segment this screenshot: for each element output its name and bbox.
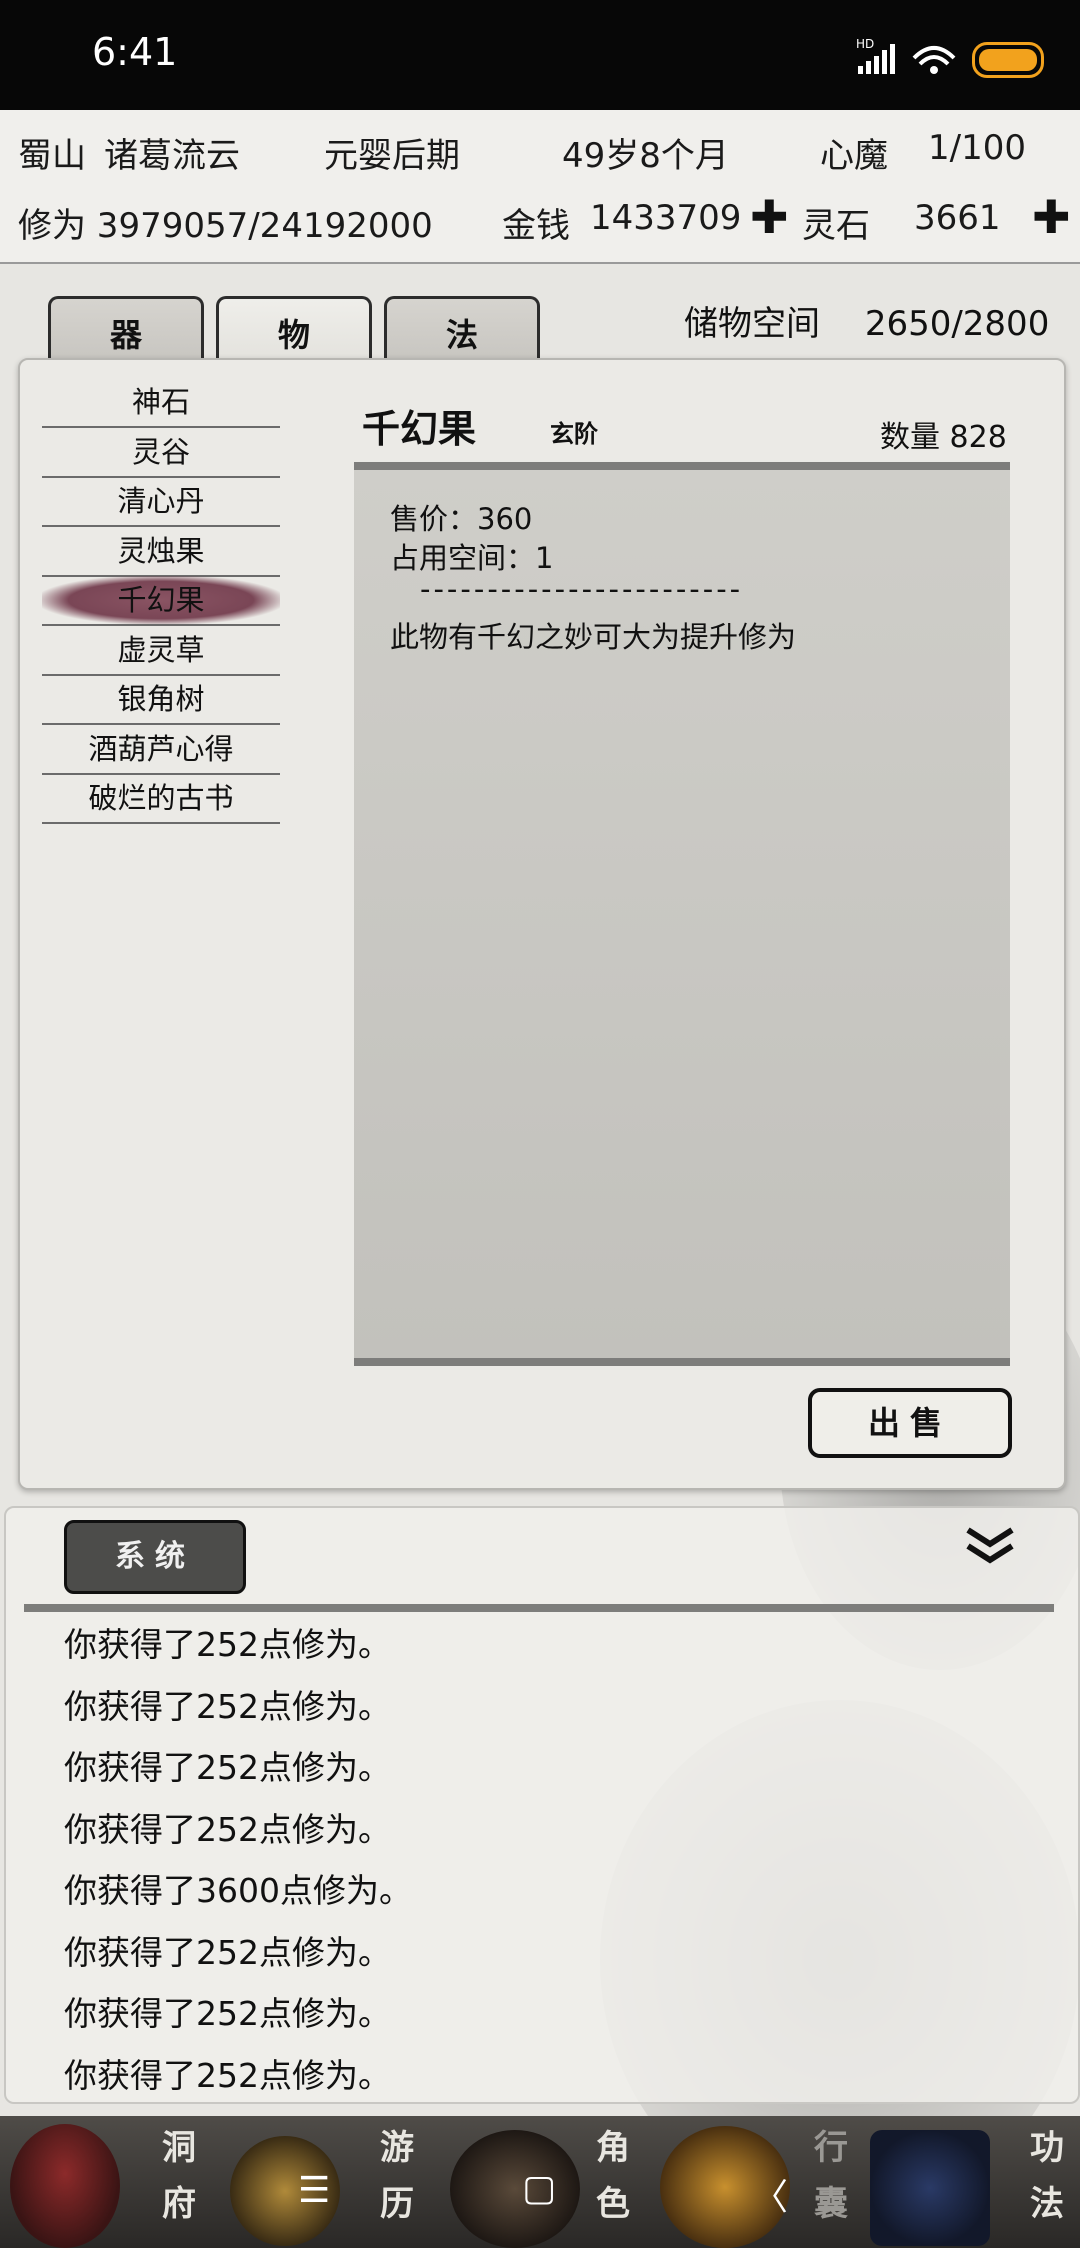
list-item[interactable]: 破烂的古书 (42, 774, 280, 824)
tab-techniques[interactable]: 法 (384, 296, 540, 363)
sect-name: 蜀山 (18, 136, 86, 176)
nav-xingnang-bottom[interactable]: 囊 (806, 2176, 856, 2232)
double-chevron-down-icon[interactable] (964, 1526, 1016, 1573)
scroll-book-icon[interactable] (870, 2130, 990, 2246)
log-line: 你获得了252点修为。 (64, 1933, 391, 1972)
log-line: 你获得了252点修为。 (64, 1687, 391, 1726)
storage-value: 2650/2800 (864, 304, 1050, 344)
menu-icon[interactable]: ☰ (298, 2170, 330, 2211)
nav-xingnang-top[interactable]: 行 (806, 2120, 856, 2176)
log-line: 你获得了3600点修为。 (64, 1871, 412, 1910)
bottom-navigation: 洞 府 游 历 角 色 行 囊 功 法 ☰ ▢ 〈 (0, 2116, 1080, 2248)
clock: 6:41 (92, 30, 178, 74)
log-line: 你获得了252点修为。 (64, 1994, 391, 2033)
nav-youli-top[interactable]: 游 (372, 2120, 422, 2176)
nav-juese-top[interactable]: 角 (588, 2120, 638, 2176)
tab-system-log[interactable]: 系统 (64, 1520, 246, 1594)
nav-dongfu-top[interactable]: 洞 (154, 2120, 204, 2176)
storage-label: 储物空间 (684, 304, 820, 344)
nav-gongfa-bottom[interactable]: 法 (1022, 2176, 1072, 2232)
item-price: 售价：360 (390, 502, 533, 536)
sell-button[interactable]: 出售 (808, 1388, 1012, 1458)
item-description: 此物有千幻之妙可大为提升修为 (390, 620, 797, 654)
heart-demon-value: 1/100 (928, 128, 1026, 168)
player-age: 49岁8个月 (562, 136, 729, 176)
back-icon[interactable]: 〈 (752, 2168, 788, 2220)
item-space: 占用空间：1 (390, 541, 554, 575)
heart-demon-label: 心魔 (820, 136, 888, 176)
svg-text:HD: HD (856, 37, 874, 51)
list-item[interactable]: 酒葫芦心得 (42, 725, 280, 775)
log-line: 你获得了252点修为。 (64, 2056, 391, 2095)
player-info-bar: 蜀山 诸葛流云 元婴后期 49岁8个月 心魔 1/100 修为 3979057/… (0, 110, 1080, 264)
tab-equipment[interactable]: 器 (48, 296, 204, 363)
add-money-icon[interactable]: ✚ (750, 194, 789, 240)
spirit-stone-value: 3661 (914, 198, 1001, 238)
character-icon[interactable] (450, 2130, 580, 2248)
item-grade: 玄阶 (550, 419, 598, 448)
spirit-stone-label: 灵石 (802, 206, 870, 246)
signal-icon: HD (856, 36, 966, 80)
status-bar: 6:41 HD (0, 0, 1080, 110)
item-name: 千幻果 (362, 406, 477, 451)
list-item[interactable]: 银角树 (42, 675, 280, 725)
log-line: 你获得了252点修为。 (64, 1625, 391, 1664)
item-quantity: 数量 828 (880, 420, 1007, 455)
log-line: 你获得了252点修为。 (64, 1810, 391, 1849)
realm-level: 元婴后期 (324, 136, 460, 176)
cultivation-progress: 修为 3979057/24192000 (18, 206, 433, 246)
list-item[interactable]: 灵烛果 (42, 527, 280, 577)
log-divider (24, 1604, 1054, 1612)
player-name: 诸葛流云 (104, 136, 240, 176)
list-item[interactable]: 灵谷 (42, 428, 280, 478)
list-item-selected[interactable]: 千幻果 (42, 576, 280, 626)
list-item[interactable]: 虚灵草 (42, 626, 280, 676)
add-spirit-stone-icon[interactable]: ✚ (1032, 194, 1071, 240)
money-value: 1433709 (590, 198, 742, 238)
nav-youli-bottom[interactable]: 历 (372, 2176, 422, 2232)
money-label: 金钱 (502, 206, 570, 246)
nav-juese-bottom[interactable]: 色 (588, 2176, 638, 2232)
battery-icon (972, 42, 1044, 78)
list-item[interactable]: 神石 (42, 378, 280, 428)
list-item[interactable]: 清心丹 (42, 477, 280, 527)
nav-gongfa-top[interactable]: 功 (1022, 2120, 1072, 2176)
storage-capacity: 储物空间 2650/2800 (684, 296, 1049, 345)
home-icon[interactable]: ▢ (522, 2168, 556, 2209)
cave-dwelling-icon[interactable] (10, 2124, 120, 2248)
tab-items[interactable]: 物 (216, 296, 372, 363)
detail-divider: ------------------------ (420, 572, 744, 606)
log-line: 你获得了252点修为。 (64, 1748, 391, 1787)
nav-dongfu-bottom[interactable]: 府 (154, 2176, 204, 2232)
